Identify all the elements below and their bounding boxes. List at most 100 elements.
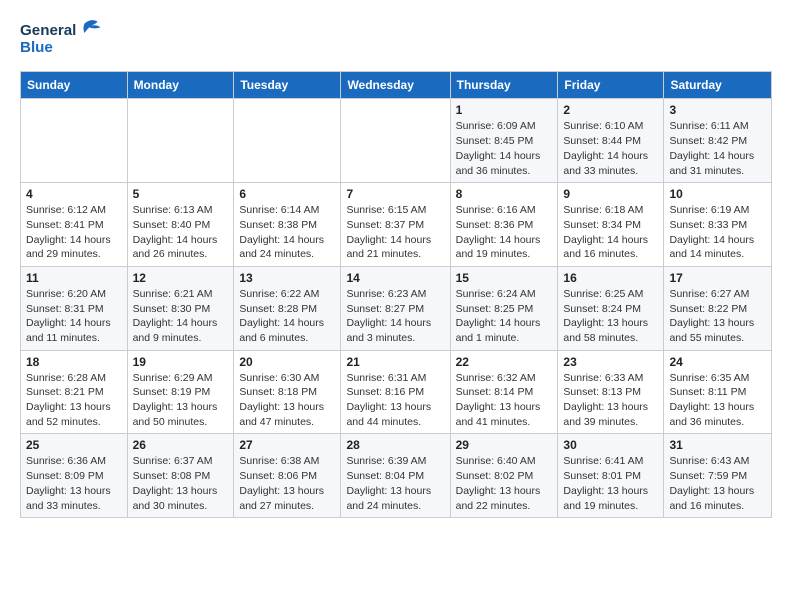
day-number: 6 — [239, 187, 335, 201]
day-info: Sunrise: 6:11 AM Sunset: 8:42 PM Dayligh… — [669, 119, 766, 178]
weekday-header-tuesday: Tuesday — [234, 72, 341, 99]
day-info: Sunrise: 6:40 AM Sunset: 8:02 PM Dayligh… — [456, 454, 553, 513]
day-info: Sunrise: 6:15 AM Sunset: 8:37 PM Dayligh… — [346, 203, 444, 262]
weekday-header-sunday: Sunday — [21, 72, 128, 99]
day-info: Sunrise: 6:14 AM Sunset: 8:38 PM Dayligh… — [239, 203, 335, 262]
day-number: 21 — [346, 355, 444, 369]
calendar-cell: 20 Sunrise: 6:30 AM Sunset: 8:18 PM Dayli… — [234, 350, 341, 434]
calendar-cell: 30 Sunrise: 6:41 AM Sunset: 8:01 PM Dayli… — [558, 434, 664, 518]
day-number: 9 — [563, 187, 658, 201]
day-number: 10 — [669, 187, 766, 201]
day-info: Sunrise: 6:22 AM Sunset: 8:28 PM Dayligh… — [239, 287, 335, 346]
calendar-cell: 18 Sunrise: 6:28 AM Sunset: 8:21 PM Dayli… — [21, 350, 128, 434]
calendar-cell: 9 Sunrise: 6:18 AM Sunset: 8:34 PM Daylig… — [558, 183, 664, 267]
svg-text:Blue: Blue — [20, 39, 53, 56]
day-number: 18 — [26, 355, 122, 369]
day-number: 7 — [346, 187, 444, 201]
calendar-cell: 23 Sunrise: 6:33 AM Sunset: 8:13 PM Dayli… — [558, 350, 664, 434]
calendar-cell: 10Sunrise: 6:19 AM Sunset: 8:33 PM Dayli… — [664, 183, 772, 267]
day-number: 2 — [563, 103, 658, 117]
calendar-cell: 28 Sunrise: 6:39 AM Sunset: 8:04 PM Dayli… — [341, 434, 450, 518]
day-info: Sunrise: 6:30 AM Sunset: 8:18 PM Dayligh… — [239, 371, 335, 430]
day-number: 30 — [563, 438, 658, 452]
day-info: Sunrise: 6:32 AM Sunset: 8:14 PM Dayligh… — [456, 371, 553, 430]
day-info: Sunrise: 6:38 AM Sunset: 8:06 PM Dayligh… — [239, 454, 335, 513]
day-number: 12 — [133, 271, 229, 285]
day-info: Sunrise: 6:33 AM Sunset: 8:13 PM Dayligh… — [563, 371, 658, 430]
calendar-cell: 24 Sunrise: 6:35 AM Sunset: 8:11 PM Dayli… — [664, 350, 772, 434]
svg-text:General: General — [20, 22, 76, 39]
calendar-cell: 27 Sunrise: 6:38 AM Sunset: 8:06 PM Dayli… — [234, 434, 341, 518]
calendar-cell — [341, 99, 450, 183]
day-number: 8 — [456, 187, 553, 201]
day-number: 28 — [346, 438, 444, 452]
calendar-cell — [127, 99, 234, 183]
calendar-cell: 7 Sunrise: 6:15 AM Sunset: 8:37 PM Daylig… — [341, 183, 450, 267]
calendar-cell: 14Sunrise: 6:23 AM Sunset: 8:27 PM Dayli… — [341, 266, 450, 350]
day-info: Sunrise: 6:21 AM Sunset: 8:30 PM Dayligh… — [133, 287, 229, 346]
day-info: Sunrise: 6:35 AM Sunset: 8:11 PM Dayligh… — [669, 371, 766, 430]
weekday-header-saturday: Saturday — [664, 72, 772, 99]
calendar-cell: 1 Sunrise: 6:09 AM Sunset: 8:45 PM Daylig… — [450, 99, 558, 183]
calendar-cell: 17 Sunrise: 6:27 AM Sunset: 8:22 PM Dayli… — [664, 266, 772, 350]
day-number: 22 — [456, 355, 553, 369]
day-number: 17 — [669, 271, 766, 285]
day-number: 27 — [239, 438, 335, 452]
calendar-cell: 5 Sunrise: 6:13 AM Sunset: 8:40 PM Daylig… — [127, 183, 234, 267]
day-number: 26 — [133, 438, 229, 452]
calendar-cell: 6 Sunrise: 6:14 AM Sunset: 8:38 PM Daylig… — [234, 183, 341, 267]
calendar-cell — [234, 99, 341, 183]
day-number: 23 — [563, 355, 658, 369]
calendar-cell: 19 Sunrise: 6:29 AM Sunset: 8:19 PM Dayli… — [127, 350, 234, 434]
calendar-cell: 12 Sunrise: 6:21 AM Sunset: 8:30 PM Dayli… — [127, 266, 234, 350]
day-info: Sunrise: 6:28 AM Sunset: 8:21 PM Dayligh… — [26, 371, 122, 430]
day-number: 15 — [456, 271, 553, 285]
day-number: 29 — [456, 438, 553, 452]
day-info: Sunrise: 6:18 AM Sunset: 8:34 PM Dayligh… — [563, 203, 658, 262]
calendar-week-5: 25Sunrise: 6:36 AM Sunset: 8:09 PM Dayli… — [21, 434, 772, 518]
day-number: 4 — [26, 187, 122, 201]
day-info: Sunrise: 6:27 AM Sunset: 8:22 PM Dayligh… — [669, 287, 766, 346]
day-info: Sunrise: 6:29 AM Sunset: 8:19 PM Dayligh… — [133, 371, 229, 430]
day-info: Sunrise: 6:41 AM Sunset: 8:01 PM Dayligh… — [563, 454, 658, 513]
day-number: 5 — [133, 187, 229, 201]
day-number: 3 — [669, 103, 766, 117]
day-number: 1 — [456, 103, 553, 117]
day-info: Sunrise: 6:13 AM Sunset: 8:40 PM Dayligh… — [133, 203, 229, 262]
weekday-header-wednesday: Wednesday — [341, 72, 450, 99]
calendar-cell: 31Sunrise: 6:43 AM Sunset: 7:59 PM Dayli… — [664, 434, 772, 518]
day-number: 13 — [239, 271, 335, 285]
day-info: Sunrise: 6:43 AM Sunset: 7:59 PM Dayligh… — [669, 454, 766, 513]
day-number: 24 — [669, 355, 766, 369]
calendar-cell — [21, 99, 128, 183]
calendar-week-2: 4 Sunrise: 6:12 AM Sunset: 8:41 PM Daylig… — [21, 183, 772, 267]
calendar-table: SundayMondayTuesdayWednesdayThursdayFrid… — [20, 71, 772, 518]
calendar-cell: 4 Sunrise: 6:12 AM Sunset: 8:41 PM Daylig… — [21, 183, 128, 267]
day-info: Sunrise: 6:09 AM Sunset: 8:45 PM Dayligh… — [456, 119, 553, 178]
day-info: Sunrise: 6:10 AM Sunset: 8:44 PM Dayligh… — [563, 119, 658, 178]
calendar-cell: 15Sunrise: 6:24 AM Sunset: 8:25 PM Dayli… — [450, 266, 558, 350]
day-info: Sunrise: 6:16 AM Sunset: 8:36 PM Dayligh… — [456, 203, 553, 262]
calendar-week-3: 11 Sunrise: 6:20 AM Sunset: 8:31 PM Dayli… — [21, 266, 772, 350]
calendar-cell: 25Sunrise: 6:36 AM Sunset: 8:09 PM Dayli… — [21, 434, 128, 518]
calendar-cell: 26 Sunrise: 6:37 AM Sunset: 8:08 PM Dayli… — [127, 434, 234, 518]
calendar-cell: 11 Sunrise: 6:20 AM Sunset: 8:31 PM Dayli… — [21, 266, 128, 350]
day-number: 16 — [563, 271, 658, 285]
day-number: 20 — [239, 355, 335, 369]
calendar-cell: 13 Sunrise: 6:22 AM Sunset: 8:28 PM Dayli… — [234, 266, 341, 350]
calendar-cell: 16 Sunrise: 6:25 AM Sunset: 8:24 PM Dayli… — [558, 266, 664, 350]
weekday-header-thursday: Thursday — [450, 72, 558, 99]
calendar-week-4: 18 Sunrise: 6:28 AM Sunset: 8:21 PM Dayli… — [21, 350, 772, 434]
weekday-header-monday: Monday — [127, 72, 234, 99]
day-number: 19 — [133, 355, 229, 369]
day-number: 11 — [26, 271, 122, 285]
day-info: Sunrise: 6:37 AM Sunset: 8:08 PM Dayligh… — [133, 454, 229, 513]
day-info: Sunrise: 6:25 AM Sunset: 8:24 PM Dayligh… — [563, 287, 658, 346]
day-number: 14 — [346, 271, 444, 285]
day-info: Sunrise: 6:12 AM Sunset: 8:41 PM Dayligh… — [26, 203, 122, 262]
day-number: 25 — [26, 438, 122, 452]
day-info: Sunrise: 6:20 AM Sunset: 8:31 PM Dayligh… — [26, 287, 122, 346]
day-info: Sunrise: 6:39 AM Sunset: 8:04 PM Dayligh… — [346, 454, 444, 513]
calendar-cell: 8 Sunrise: 6:16 AM Sunset: 8:36 PM Daylig… — [450, 183, 558, 267]
calendar-cell: 3 Sunrise: 6:11 AM Sunset: 8:42 PM Daylig… — [664, 99, 772, 183]
